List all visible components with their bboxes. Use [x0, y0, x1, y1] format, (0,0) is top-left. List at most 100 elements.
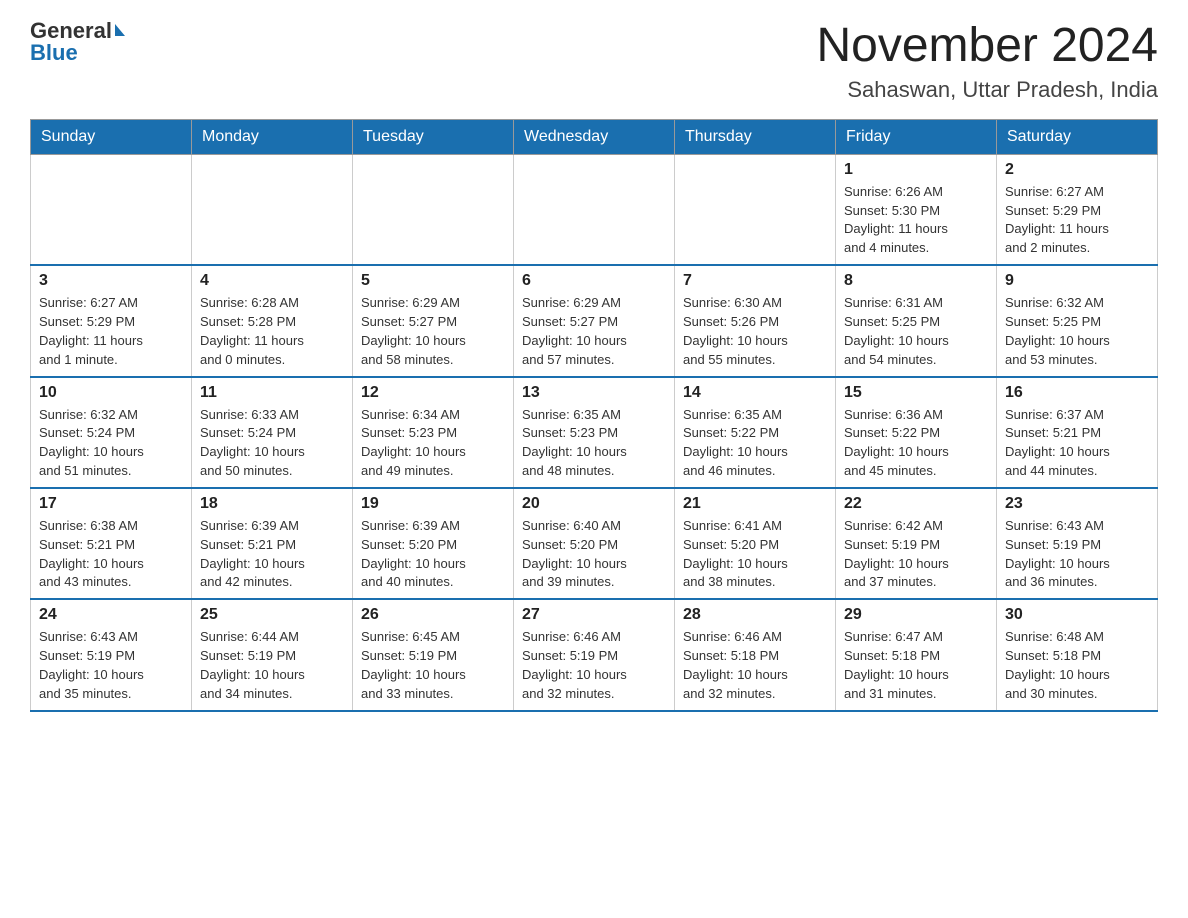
calendar-cell: 23 Sunrise: 6:43 AM Sunset: 5:19 PM Dayli…	[997, 488, 1158, 599]
calendar-cell: 2 Sunrise: 6:27 AM Sunset: 5:29 PM Daylig…	[997, 154, 1158, 265]
calendar-cell: 10 Sunrise: 6:32 AM Sunset: 5:24 PM Dayli…	[31, 377, 192, 488]
weekday-header-wednesday: Wednesday	[514, 119, 675, 154]
calendar-cell: 18 Sunrise: 6:39 AM Sunset: 5:21 PM Dayli…	[192, 488, 353, 599]
day-info: Sunrise: 6:35 AM Sunset: 5:22 PM Dayligh…	[683, 406, 827, 481]
day-info: Sunrise: 6:27 AM Sunset: 5:29 PM Dayligh…	[1005, 183, 1149, 258]
weekday-header-thursday: Thursday	[675, 119, 836, 154]
day-info: Sunrise: 6:48 AM Sunset: 5:18 PM Dayligh…	[1005, 628, 1149, 703]
day-number: 10	[39, 384, 183, 402]
calendar-cell: 22Sunrise: 6:42 AM Sunset: 5:19 PM Dayli…	[836, 488, 997, 599]
calendar-cell: 11Sunrise: 6:33 AM Sunset: 5:24 PM Dayli…	[192, 377, 353, 488]
calendar-cell: 26 Sunrise: 6:45 AM Sunset: 5:19 PM Dayli…	[353, 599, 514, 710]
day-number: 6	[522, 272, 666, 290]
calendar-cell	[31, 154, 192, 265]
calendar-cell: 12Sunrise: 6:34 AM Sunset: 5:23 PM Dayli…	[353, 377, 514, 488]
week-row-2: 3 Sunrise: 6:27 AM Sunset: 5:29 PM Daylig…	[31, 265, 1158, 376]
day-info: Sunrise: 6:29 AM Sunset: 5:27 PM Dayligh…	[361, 294, 505, 369]
calendar-cell: 17 Sunrise: 6:38 AM Sunset: 5:21 PM Dayli…	[31, 488, 192, 599]
day-info: Sunrise: 6:31 AM Sunset: 5:25 PM Dayligh…	[844, 294, 988, 369]
calendar-cell: 1Sunrise: 6:26 AM Sunset: 5:30 PM Daylig…	[836, 154, 997, 265]
day-number: 12	[361, 384, 505, 402]
day-number: 24	[39, 606, 183, 624]
calendar-cell	[514, 154, 675, 265]
day-number: 28	[683, 606, 827, 624]
calendar-cell: 9 Sunrise: 6:32 AM Sunset: 5:25 PM Daylig…	[997, 265, 1158, 376]
calendar-cell	[353, 154, 514, 265]
day-info: Sunrise: 6:27 AM Sunset: 5:29 PM Dayligh…	[39, 294, 183, 369]
day-info: Sunrise: 6:33 AM Sunset: 5:24 PM Dayligh…	[200, 406, 344, 481]
day-info: Sunrise: 6:32 AM Sunset: 5:24 PM Dayligh…	[39, 406, 183, 481]
calendar-cell: 6 Sunrise: 6:29 AM Sunset: 5:27 PM Daylig…	[514, 265, 675, 376]
calendar-cell: 24Sunrise: 6:43 AM Sunset: 5:19 PM Dayli…	[31, 599, 192, 710]
day-number: 17	[39, 495, 183, 513]
calendar-cell: 20Sunrise: 6:40 AM Sunset: 5:20 PM Dayli…	[514, 488, 675, 599]
day-info: Sunrise: 6:37 AM Sunset: 5:21 PM Dayligh…	[1005, 406, 1149, 481]
day-info: Sunrise: 6:32 AM Sunset: 5:25 PM Dayligh…	[1005, 294, 1149, 369]
calendar-cell: 3 Sunrise: 6:27 AM Sunset: 5:29 PM Daylig…	[31, 265, 192, 376]
day-info: Sunrise: 6:45 AM Sunset: 5:19 PM Dayligh…	[361, 628, 505, 703]
day-number: 19	[361, 495, 505, 513]
calendar-cell: 14Sunrise: 6:35 AM Sunset: 5:22 PM Dayli…	[675, 377, 836, 488]
calendar-cell: 29Sunrise: 6:47 AM Sunset: 5:18 PM Dayli…	[836, 599, 997, 710]
calendar-cell: 13 Sunrise: 6:35 AM Sunset: 5:23 PM Dayli…	[514, 377, 675, 488]
calendar-cell: 5 Sunrise: 6:29 AM Sunset: 5:27 PM Daylig…	[353, 265, 514, 376]
day-number: 27	[522, 606, 666, 624]
day-number: 7	[683, 272, 827, 290]
day-info: Sunrise: 6:28 AM Sunset: 5:28 PM Dayligh…	[200, 294, 344, 369]
day-number: 26	[361, 606, 505, 624]
day-info: Sunrise: 6:39 AM Sunset: 5:21 PM Dayligh…	[200, 517, 344, 592]
calendar-cell: 16 Sunrise: 6:37 AM Sunset: 5:21 PM Dayli…	[997, 377, 1158, 488]
day-number: 29	[844, 606, 988, 624]
day-number: 16	[1005, 384, 1149, 402]
logo-general-text: General	[30, 20, 112, 42]
day-info: Sunrise: 6:40 AM Sunset: 5:20 PM Dayligh…	[522, 517, 666, 592]
calendar-cell: 19 Sunrise: 6:39 AM Sunset: 5:20 PM Dayli…	[353, 488, 514, 599]
day-number: 13	[522, 384, 666, 402]
day-info: Sunrise: 6:30 AM Sunset: 5:26 PM Dayligh…	[683, 294, 827, 369]
calendar-cell: 30 Sunrise: 6:48 AM Sunset: 5:18 PM Dayli…	[997, 599, 1158, 710]
day-number: 21	[683, 495, 827, 513]
day-info: Sunrise: 6:35 AM Sunset: 5:23 PM Dayligh…	[522, 406, 666, 481]
calendar-cell: 27Sunrise: 6:46 AM Sunset: 5:19 PM Dayli…	[514, 599, 675, 710]
calendar-cell: 21 Sunrise: 6:41 AM Sunset: 5:20 PM Dayli…	[675, 488, 836, 599]
day-number: 8	[844, 272, 988, 290]
day-info: Sunrise: 6:43 AM Sunset: 5:19 PM Dayligh…	[1005, 517, 1149, 592]
logo-triangle-icon	[115, 24, 125, 36]
day-number: 4	[200, 272, 344, 290]
calendar-cell	[675, 154, 836, 265]
calendar-cell: 7 Sunrise: 6:30 AM Sunset: 5:26 PM Daylig…	[675, 265, 836, 376]
day-number: 15	[844, 384, 988, 402]
calendar-cell: 25Sunrise: 6:44 AM Sunset: 5:19 PM Dayli…	[192, 599, 353, 710]
week-row-4: 17 Sunrise: 6:38 AM Sunset: 5:21 PM Dayli…	[31, 488, 1158, 599]
calendar-cell: 28Sunrise: 6:46 AM Sunset: 5:18 PM Dayli…	[675, 599, 836, 710]
header: General Blue November 2024 Sahaswan, Utt…	[30, 20, 1158, 103]
day-number: 5	[361, 272, 505, 290]
day-info: Sunrise: 6:39 AM Sunset: 5:20 PM Dayligh…	[361, 517, 505, 592]
day-info: Sunrise: 6:41 AM Sunset: 5:20 PM Dayligh…	[683, 517, 827, 592]
weekday-header-friday: Friday	[836, 119, 997, 154]
title-area: November 2024 Sahaswan, Uttar Pradesh, I…	[816, 20, 1158, 103]
calendar-cell: 15Sunrise: 6:36 AM Sunset: 5:22 PM Dayli…	[836, 377, 997, 488]
logo: General Blue	[30, 20, 125, 64]
weekday-header-sunday: Sunday	[31, 119, 192, 154]
calendar-cell	[192, 154, 353, 265]
calendar-header-row: SundayMondayTuesdayWednesdayThursdayFrid…	[31, 119, 1158, 154]
day-info: Sunrise: 6:38 AM Sunset: 5:21 PM Dayligh…	[39, 517, 183, 592]
day-number: 30	[1005, 606, 1149, 624]
day-info: Sunrise: 6:26 AM Sunset: 5:30 PM Dayligh…	[844, 183, 988, 258]
weekday-header-saturday: Saturday	[997, 119, 1158, 154]
day-number: 3	[39, 272, 183, 290]
week-row-5: 24Sunrise: 6:43 AM Sunset: 5:19 PM Dayli…	[31, 599, 1158, 710]
calendar-cell: 8 Sunrise: 6:31 AM Sunset: 5:25 PM Daylig…	[836, 265, 997, 376]
week-row-3: 10 Sunrise: 6:32 AM Sunset: 5:24 PM Dayli…	[31, 377, 1158, 488]
day-number: 18	[200, 495, 344, 513]
day-info: Sunrise: 6:29 AM Sunset: 5:27 PM Dayligh…	[522, 294, 666, 369]
weekday-header-monday: Monday	[192, 119, 353, 154]
day-number: 2	[1005, 161, 1149, 179]
logo-blue-text: Blue	[30, 42, 78, 64]
month-title: November 2024	[816, 20, 1158, 73]
day-number: 25	[200, 606, 344, 624]
day-info: Sunrise: 6:42 AM Sunset: 5:19 PM Dayligh…	[844, 517, 988, 592]
day-number: 23	[1005, 495, 1149, 513]
day-number: 9	[1005, 272, 1149, 290]
